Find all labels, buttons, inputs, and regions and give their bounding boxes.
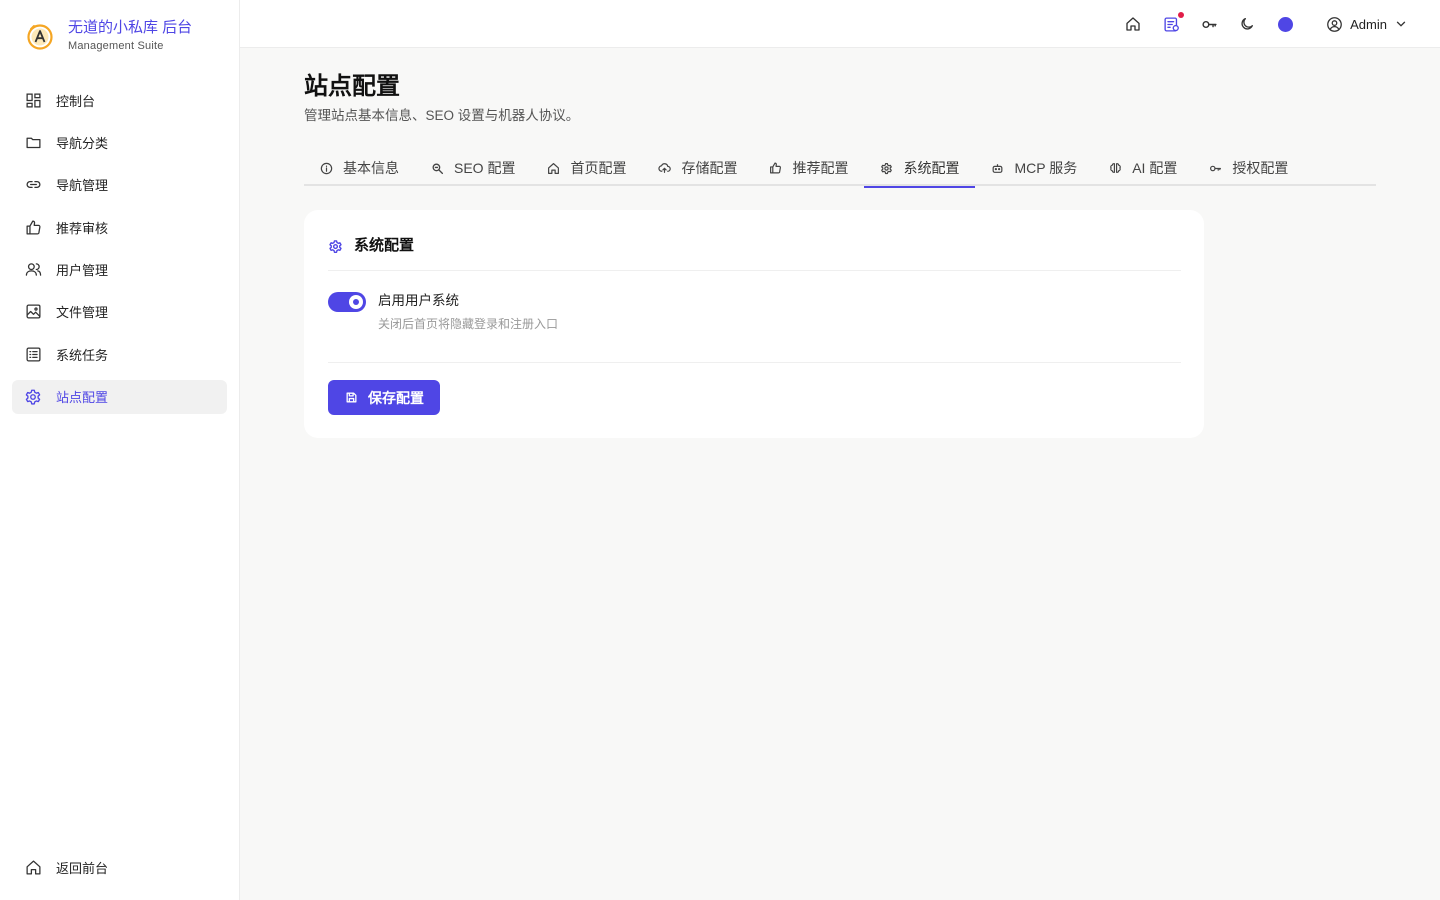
tab-label: SEO 配置 (454, 160, 516, 176)
tab-ai[interactable]: AI 配置 (1093, 150, 1193, 186)
tab-label: 首页配置 (570, 160, 627, 176)
save-icon (344, 391, 358, 405)
circled-a-logo (24, 20, 56, 52)
notification-dot (1178, 12, 1185, 18)
sidebar-item-users[interactable]: 用户管理 (12, 253, 227, 287)
chevron-down-icon (1394, 17, 1408, 31)
tab-label: AI 配置 (1132, 160, 1178, 176)
tab-label: 授权配置 (1232, 160, 1289, 176)
sidebar-item-nav-management[interactable]: 导航管理 (12, 168, 227, 202)
thumbs-up-icon (769, 162, 782, 175)
save-config-button[interactable]: 保存配置 (328, 380, 440, 415)
sidebar-item-label: 推荐审核 (56, 220, 109, 236)
config-tabs: 基本信息 SEO 配置 首页配置 存储配置 推荐配置 系统配置 MCP 服务 A… (304, 150, 1376, 188)
moon-icon[interactable] (1238, 15, 1256, 33)
card-header: 系统配置 (328, 234, 1181, 271)
dashboard-icon (24, 91, 42, 109)
sidebar-item-dashboard[interactable]: 控制台 (12, 83, 227, 117)
topbar: Admin (240, 0, 1440, 48)
brand[interactable]: 无道的小私库 后台 Management Suite (24, 18, 192, 54)
robot-icon (991, 162, 1004, 175)
list-icon (24, 345, 42, 363)
tab-label: 基本信息 (343, 160, 399, 176)
sidebar: 无道的小私库 后台 Management Suite 控制台 导航分类 导航管理 (0, 0, 240, 900)
thumbs-up-icon (24, 218, 42, 236)
page-description: 管理站点基本信息、SEO 设置与机器人协议。 (304, 108, 580, 123)
brain-icon (1109, 162, 1122, 175)
system-config-card: 系统配置 启用用户系统 关闭后首页将隐藏登录和注册入口 保存配置 (304, 210, 1204, 438)
tab-basic-info[interactable]: 基本信息 (304, 150, 415, 186)
brand-title: 无道的小私库 后台 (68, 19, 193, 36)
key-icon[interactable] (1200, 15, 1218, 33)
tab-license[interactable]: 授权配置 (1193, 150, 1304, 186)
sidebar-item-label: 站点配置 (56, 390, 109, 406)
gear-icon (328, 234, 344, 258)
brand-subtitle: Management Suite (68, 40, 164, 52)
theme-color-dot[interactable] (1276, 15, 1294, 33)
home-icon (24, 858, 42, 876)
sidebar-item-site-config[interactable]: 站点配置 (12, 379, 227, 414)
sidebar-item-label: 控制台 (56, 93, 96, 109)
gear-icon (880, 162, 893, 175)
save-button-label: 保存配置 (368, 389, 424, 406)
user-system-setting: 启用用户系统 关闭后首页将隐藏登录和注册入口 (328, 292, 558, 332)
users-icon (24, 261, 42, 279)
back-to-frontend-label: 返回前台 (56, 860, 109, 876)
key-icon (1209, 162, 1222, 175)
tab-system[interactable]: 系统配置 (864, 150, 976, 188)
sidebar-item-label: 系统任务 (56, 347, 109, 363)
sidebar-item-label: 导航管理 (56, 178, 109, 194)
sidebar-item-system-tasks[interactable]: 系统任务 (12, 337, 227, 371)
info-icon (320, 162, 333, 175)
toggle-label: 启用用户系统 (378, 293, 459, 308)
home-icon[interactable] (1124, 15, 1142, 33)
sidebar-item-recommend-review[interactable]: 推荐审核 (12, 210, 227, 244)
sidebar-bottom: 返回前台 (12, 850, 227, 892)
user-circle-icon (1326, 16, 1343, 33)
toggle-help-text: 关闭后首页将隐藏登录和注册入口 (378, 317, 559, 331)
topbar-actions: Admin (1124, 0, 1408, 48)
user-menu[interactable]: Admin (1326, 16, 1408, 33)
page-title: 站点配置 (304, 73, 400, 100)
divider (328, 362, 1181, 363)
tab-label: 系统配置 (903, 160, 960, 176)
folder-icon (24, 133, 42, 151)
cloud-upload-icon (658, 162, 672, 175)
sidebar-nav: 控制台 导航分类 导航管理 推荐审核 用户管理 文件管理 系统任务 站点配置 (12, 83, 227, 422)
card-title: 系统配置 (354, 237, 415, 254)
link-icon (24, 176, 42, 194)
sidebar-item-label: 导航分类 (56, 135, 109, 151)
tab-storage[interactable]: 存储配置 (642, 150, 753, 186)
tab-seo[interactable]: SEO 配置 (415, 150, 531, 186)
tab-mcp[interactable]: MCP 服务 (975, 150, 1093, 186)
home-icon (547, 162, 560, 175)
sidebar-item-label: 用户管理 (56, 263, 109, 279)
toggle-knob (349, 295, 363, 309)
tab-label: 存储配置 (681, 160, 738, 176)
image-icon (24, 303, 42, 321)
tab-recommend[interactable]: 推荐配置 (753, 150, 864, 186)
user-name: Admin (1350, 16, 1387, 32)
user-system-toggle[interactable] (328, 292, 366, 312)
gear-icon (24, 388, 42, 406)
tab-homepage[interactable]: 首页配置 (531, 150, 642, 186)
sidebar-item-label: 文件管理 (56, 305, 109, 321)
tab-label: 推荐配置 (792, 160, 849, 176)
back-to-frontend-link[interactable]: 返回前台 (12, 850, 227, 884)
search-icon (431, 162, 444, 175)
sidebar-item-nav-categories[interactable]: 导航分类 (12, 125, 227, 159)
tab-label: MCP 服务 (1014, 160, 1078, 176)
notifications-icon[interactable] (1162, 12, 1185, 33)
sidebar-item-files[interactable]: 文件管理 (12, 295, 227, 329)
